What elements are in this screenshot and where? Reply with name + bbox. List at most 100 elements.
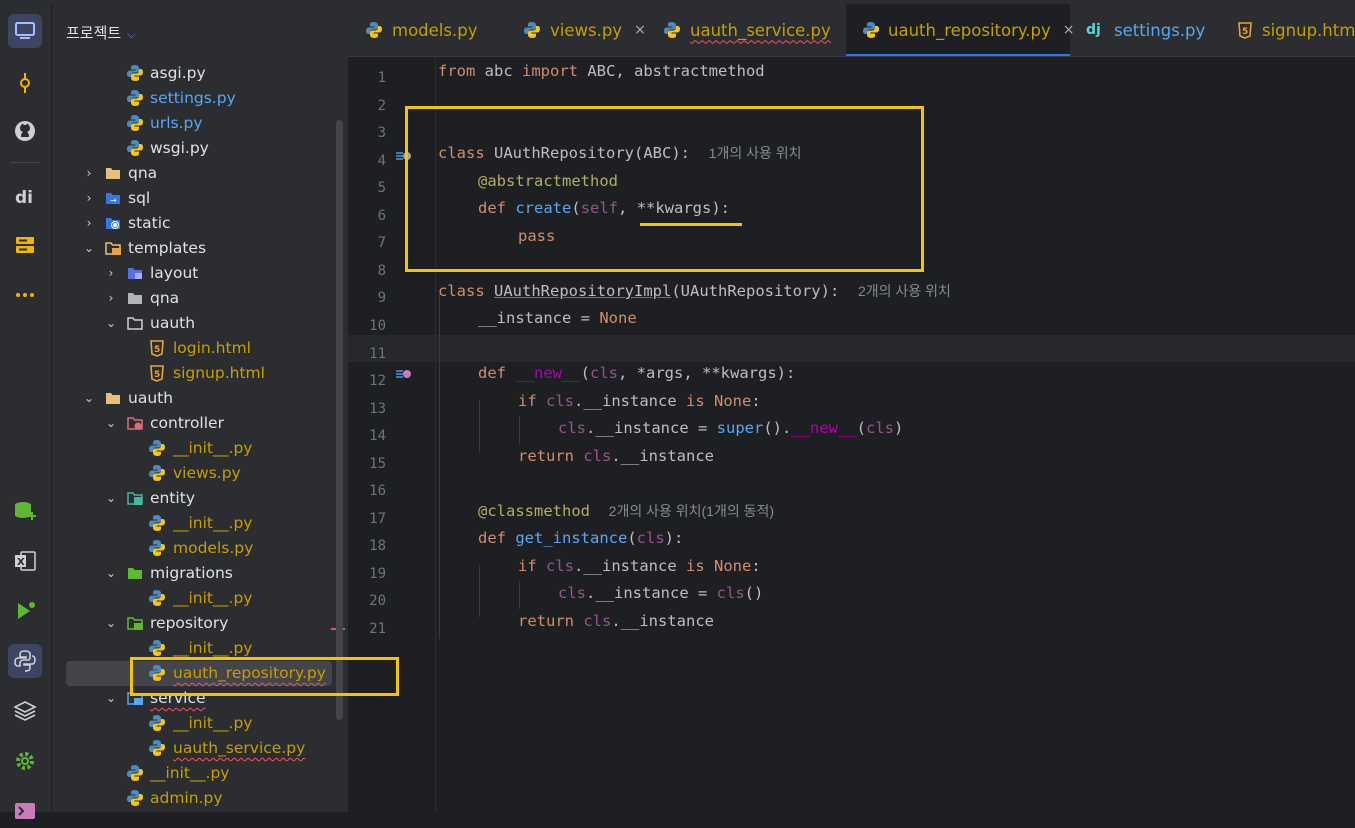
commit-icon[interactable]: [8, 66, 42, 100]
chevron-down-icon[interactable]: ⌄: [104, 411, 118, 436]
tree-item[interactable]: ⌄ uauth: [52, 386, 348, 411]
sql-folder-icon: →: [104, 189, 122, 207]
code-line-17[interactable]: @classmethod 2개의 사용 위치(1개의 동적): [478, 498, 774, 525]
html-file-icon: 5: [1236, 20, 1254, 40]
line-number: 13: [369, 401, 386, 417]
code-line-14[interactable]: cls.__instance = super().__new__(cls): [558, 415, 903, 442]
code-line-19[interactable]: if cls.__instance is None:: [518, 553, 761, 580]
python-icon[interactable]: [8, 644, 42, 678]
code-line-13[interactable]: if cls.__instance is None:: [518, 388, 761, 415]
code-line-21[interactable]: return cls.__instance: [518, 608, 714, 635]
editor-tab[interactable]: models.py: [348, 4, 506, 56]
code-line-15[interactable]: return cls.__instance: [518, 443, 714, 470]
chevron-down-icon[interactable]: ⌄: [104, 611, 118, 636]
github-icon[interactable]: [8, 114, 42, 148]
code-line-1[interactable]: from abc import ABC, abstractmethod: [438, 58, 765, 85]
tree-item[interactable]: › qna: [52, 161, 348, 186]
tree-item[interactable]: › layout: [52, 261, 348, 286]
editor-tab[interactable]: uauth_repository.py ×: [846, 4, 1075, 56]
code-line-12[interactable]: def __new__(cls, *args, **kwargs):: [478, 360, 795, 387]
controller-folder-icon: [126, 414, 144, 432]
terminal-icon[interactable]: [8, 794, 42, 828]
editor-tab[interactable]: 5 signup.html: [1220, 4, 1355, 56]
chevron-down-icon[interactable]: ⌄: [82, 386, 96, 411]
services-icon[interactable]: [8, 228, 42, 262]
code-text: :: [751, 392, 761, 410]
line-number: 2: [377, 98, 386, 114]
tree-item[interactable]: __init__.py: [52, 436, 348, 461]
repository-folder-icon: [126, 614, 144, 632]
cls-param: cls: [583, 612, 612, 630]
chevron-right-icon[interactable]: ›: [104, 261, 118, 286]
tree-item[interactable]: asgi.py: [52, 61, 348, 86]
editor-tab[interactable]: uauth_service.py: [646, 4, 844, 56]
tree-item[interactable]: ⌄ uauth: [52, 311, 348, 336]
tree-item[interactable]: __init__.py: [52, 761, 348, 786]
usages-hint[interactable]: 2개의 사용 위치(1개의 동적): [609, 503, 774, 519]
code-line-20[interactable]: cls.__instance = cls(): [558, 580, 763, 607]
tree-item[interactable]: models.py: [52, 536, 348, 561]
python-file-icon: [148, 639, 166, 657]
tree-item[interactable]: __init__.py: [52, 511, 348, 536]
run-icon[interactable]: [8, 594, 42, 628]
tree-item-label: sql: [128, 189, 151, 207]
layers-icon[interactable]: [8, 694, 42, 728]
usages-hint[interactable]: 2개의 사용 위치: [858, 283, 951, 299]
close-icon[interactable]: ×: [634, 22, 646, 38]
tree-item[interactable]: settings.py: [52, 86, 348, 111]
chevron-down-icon[interactable]: ⌄: [104, 686, 118, 711]
tree-item[interactable]: › → sql: [52, 186, 348, 211]
project-panel-header[interactable]: 프로젝트 ⌵: [66, 22, 136, 43]
tree-item[interactable]: › static: [52, 211, 348, 236]
monitor-icon[interactable]: [8, 14, 42, 48]
tree-item-label: __init__.py: [173, 439, 253, 457]
chevron-right-icon[interactable]: ›: [82, 211, 96, 236]
chevron-down-icon[interactable]: ⌄: [104, 486, 118, 511]
tree-item[interactable]: 5 login.html: [52, 336, 348, 361]
code-line-18[interactable]: def get_instance(cls):: [478, 525, 683, 552]
tree-item[interactable]: urls.py: [52, 111, 348, 136]
tree-item[interactable]: ⌄ controller: [52, 411, 348, 436]
code-text: (): [744, 584, 764, 602]
tree-item[interactable]: 5 signup.html: [52, 361, 348, 386]
tree-item[interactable]: ⌄ templates: [52, 236, 348, 261]
excel-icon[interactable]: X: [8, 544, 42, 578]
dataspell-icon[interactable]: di: [8, 180, 42, 214]
tree-item[interactable]: views.py: [52, 461, 348, 486]
tree-item[interactable]: __init__.py: [52, 711, 348, 736]
keyword: def: [478, 364, 506, 382]
django-icon: dj: [1086, 20, 1106, 40]
chevron-down-icon[interactable]: ⌄: [82, 236, 96, 261]
tree-item[interactable]: wsgi.py: [52, 136, 348, 161]
project-scrollbar[interactable]: [336, 120, 343, 720]
code-text: abc: [475, 62, 522, 80]
svg-text:5: 5: [1242, 27, 1248, 37]
tree-item[interactable]: uauth_service.py: [52, 736, 348, 761]
code-text: (: [627, 529, 637, 547]
tree-item[interactable]: ⌄ repository: [52, 611, 348, 636]
chevron-down-icon[interactable]: ⌵: [127, 28, 135, 41]
editor-tab[interactable]: views.py ×: [506, 4, 646, 56]
tab-label: models.py: [392, 20, 478, 40]
tree-item[interactable]: __init__.py: [52, 586, 348, 611]
code-line-10[interactable]: __instance = None: [478, 305, 637, 332]
chevron-right-icon[interactable]: ›: [104, 286, 118, 311]
overrides-marker-icon[interactable]: [396, 366, 412, 385]
more-icon[interactable]: [8, 278, 42, 312]
code-line-9[interactable]: class UAuthRepositoryImpl(UAuthRepositor…: [438, 278, 951, 305]
database-add-icon[interactable]: [8, 494, 42, 528]
settings-icon[interactable]: [8, 744, 42, 778]
editor-tab[interactable]: dj settings.py: [1070, 4, 1220, 56]
tree-item[interactable]: ⌄ entity: [52, 486, 348, 511]
line-number: 21: [369, 621, 386, 637]
tree-item[interactable]: ⌄ migrations: [52, 561, 348, 586]
chevron-down-icon[interactable]: ⌄: [104, 561, 118, 586]
editor-tabs: models.py views.py × uauth_service.py uauth_…: [348, 4, 1355, 57]
tree-item[interactable]: › qna: [52, 286, 348, 311]
python-file-icon: [148, 439, 166, 457]
chevron-down-icon[interactable]: ⌄: [104, 311, 118, 336]
chevron-right-icon[interactable]: ›: [82, 161, 96, 186]
tree-item[interactable]: admin.py: [52, 786, 348, 811]
chevron-right-icon[interactable]: ›: [82, 186, 96, 211]
